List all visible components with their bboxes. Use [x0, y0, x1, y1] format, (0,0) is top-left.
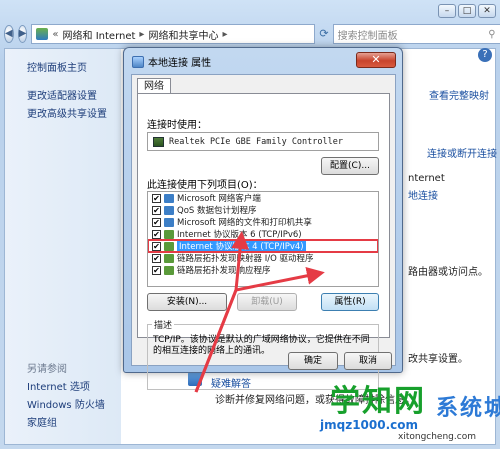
control-panel-home-link[interactable]: 控制面板主页: [27, 59, 87, 74]
adapter-field: Realtek PCIe GBE Family Controller: [147, 132, 379, 151]
see-full-map-link[interactable]: 查看完整映射: [429, 87, 489, 102]
item-label: Microsoft 网络客户端: [177, 194, 261, 204]
properties-button[interactable]: 属性(R): [321, 293, 379, 311]
local-connection-properties-dialog: 本地连接 属性 ✕ 网络 连接时使用： Realtek PCIe GBE Fam…: [123, 47, 403, 390]
breadcrumb-item[interactable]: 网络和共享中心: [148, 27, 218, 42]
breadcrumb-item[interactable]: 网络和 Internet: [63, 27, 136, 42]
access-type-value: nternet: [408, 173, 445, 184]
item-label: Internet 协议版本 6 (TCP/IPv6): [177, 230, 302, 240]
dialog-close-button[interactable]: ✕: [356, 52, 396, 68]
homegroup-link[interactable]: 家庭组: [27, 414, 57, 429]
local-connection-link[interactable]: 地连接: [408, 187, 438, 202]
router-text: 路由器或访问点。: [408, 267, 488, 278]
item-label: Microsoft 网络的文件和打印机共享: [177, 218, 312, 228]
component-icon: [164, 241, 174, 251]
item-label: Internet 协议版本 4 (TCP/IPv4): [177, 240, 306, 252]
back-button[interactable]: ◀: [4, 25, 14, 43]
change-adapter-settings-link[interactable]: 更改适配器设置: [27, 87, 97, 102]
dialog-title-bar: 本地连接 属性: [132, 54, 211, 69]
item-checkbox[interactable]: ✔: [152, 193, 161, 203]
dialog-title: 本地连接 属性: [148, 58, 212, 69]
network-tab-page: 连接时使用： Realtek PCIe GBE Family Controlle…: [137, 93, 390, 390]
items-list[interactable]: ✔ Microsoft 网络客户端 ✔ QoS 数据包计划程序 ✔ Microsoft 网…: [147, 191, 379, 287]
uninstall-button[interactable]: 卸载(U): [237, 293, 297, 311]
chevron-icon: «: [52, 28, 59, 40]
tab-network[interactable]: 网络: [137, 78, 171, 94]
list-item[interactable]: ✔ Internet 协议版本 6 (TCP/IPv6): [148, 228, 378, 240]
adapter-name: Realtek PCIe GBE Family Controller: [169, 136, 343, 147]
search-input[interactable]: 搜索控制面板 ⚲: [332, 24, 500, 44]
item-label: 链路层拓扑发现映射器 I/O 驱动程序: [177, 254, 314, 264]
item-checkbox[interactable]: ✔: [152, 217, 161, 227]
list-item[interactable]: ✔ Microsoft 网络的文件和打印机共享: [148, 216, 378, 228]
component-icon: [164, 229, 174, 239]
item-checkbox[interactable]: ✔: [152, 241, 161, 251]
search-placeholder: 搜索控制面板: [337, 30, 398, 42]
item-label: QoS 数据包计划程序: [177, 206, 257, 216]
minimize-button[interactable]: –: [438, 4, 456, 18]
refresh-icon[interactable]: ⟳: [319, 25, 328, 43]
cancel-button[interactable]: 取消: [344, 352, 392, 370]
dialog-body: 网络 连接时使用： Realtek PCIe GBE Family Contro…: [131, 74, 396, 390]
configure-button[interactable]: 配置(C)...: [321, 157, 379, 175]
title-bar: – □ ✕: [0, 0, 500, 20]
description-title: 描述: [152, 318, 175, 331]
sharing-text: 改共享设置。: [408, 354, 468, 365]
change-advanced-sharing-link[interactable]: 更改高级共享设置: [27, 105, 107, 120]
troubleshoot-description: 诊断并修复网络问题，或获得故障排除信息。: [215, 395, 415, 406]
items-label: 此连接使用下列项目(O)：: [147, 180, 263, 191]
connect-disconnect-link[interactable]: 连接或断开连接: [427, 145, 497, 160]
windows-firewall-link[interactable]: Windows 防火墙: [27, 396, 105, 411]
nic-icon: [153, 136, 164, 147]
list-item[interactable]: ✔ Internet 协议版本 4 (TCP/IPv4): [148, 239, 378, 253]
internet-options-link[interactable]: Internet 选项: [27, 378, 90, 393]
close-window-button[interactable]: ✕: [478, 4, 496, 18]
component-icon: [164, 217, 174, 227]
breadcrumb-separator-icon: ▸: [139, 28, 145, 40]
breadcrumb-separator-icon: ▸: [222, 28, 228, 40]
maximize-button[interactable]: □: [458, 4, 476, 18]
help-icon[interactable]: ?: [478, 48, 492, 62]
caption-buttons: – □ ✕: [438, 4, 496, 18]
list-item[interactable]: ✔ QoS 数据包计划程序: [148, 204, 378, 216]
forward-button[interactable]: ▶: [17, 25, 28, 43]
item-checkbox[interactable]: ✔: [152, 205, 161, 215]
search-icon: ⚲: [488, 28, 496, 40]
address-bar[interactable]: « 网络和 Internet ▸ 网络和共享中心 ▸: [31, 24, 316, 44]
description-text: TCP/IP。该协议是默认的广域网络协议，它提供在不同的相互连接的网络上的通讯。: [153, 335, 370, 356]
connect-using-label: 连接时使用：: [147, 120, 207, 131]
ok-button[interactable]: 确定: [288, 352, 338, 370]
network-adapter-icon: [132, 55, 144, 68]
component-icon: [164, 265, 174, 275]
item-checkbox[interactable]: ✔: [152, 229, 161, 239]
item-checkbox[interactable]: ✔: [152, 265, 161, 275]
control-panel-icon: [36, 28, 49, 40]
list-item[interactable]: ✔ 链路层拓扑发现响应程序: [148, 264, 378, 276]
component-icon: [164, 205, 174, 215]
list-item[interactable]: ✔ 链路层拓扑发现映射器 I/O 驱动程序: [148, 252, 378, 264]
see-also-title: 另请参阅: [27, 364, 67, 375]
install-button[interactable]: 安装(N)...: [147, 293, 227, 311]
address-row: ◀ ▶ « 网络和 Internet ▸ 网络和共享中心 ▸ ⟳ 搜索控制面板 …: [4, 22, 500, 46]
left-task-pane: 控制面板主页 更改适配器设置 更改高级共享设置 另请参阅 Internet 选项…: [5, 49, 121, 444]
item-label: 链路层拓扑发现响应程序: [177, 266, 271, 276]
item-checkbox[interactable]: ✔: [152, 253, 161, 263]
component-icon: [164, 253, 174, 263]
list-item[interactable]: ✔ Microsoft 网络客户端: [148, 192, 378, 204]
component-icon: [164, 193, 174, 203]
